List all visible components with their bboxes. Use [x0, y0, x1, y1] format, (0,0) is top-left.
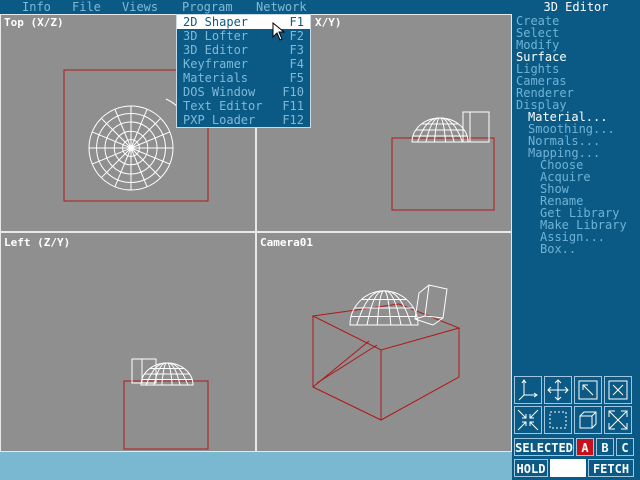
dropdown-item-key: F4 [289, 57, 304, 71]
dropdown-item-key: F2 [289, 29, 304, 43]
dropdown-item-label: PXP Loader [183, 113, 256, 127]
dropdown-item-key: F3 [289, 43, 304, 57]
full-screen-icon[interactable] [604, 406, 632, 434]
dropdown-item-label: DOS Window [183, 85, 256, 99]
zoom-in-icon[interactable] [514, 406, 542, 434]
dropdown-item-label: 3D Lofter [183, 29, 249, 43]
zoom-extents-icon[interactable] [574, 376, 602, 404]
dropdown-item-text-editor[interactable]: Text Editor F11 [177, 99, 310, 113]
dropdown-item-label: Text Editor [183, 99, 263, 113]
program-dropdown: 2D Shaper F1 3D Lofter F2 3D Editor F3 Keyf… [176, 14, 311, 128]
viewport-left[interactable]: Left (Z/Y) [0, 232, 256, 452]
dropdown-item-keyframer[interactable]: Keyframer F4 [177, 57, 310, 71]
viewport-left-scene [123, 358, 209, 450]
viewport-camera[interactable]: Camera01 [256, 232, 512, 452]
command-panel: 3D Editor Create Select Modify Surface L… [512, 0, 640, 480]
menu-program[interactable]: Program [182, 0, 233, 14]
dropdown-item-label: Keyframer [183, 57, 249, 71]
dropdown-item-3d-lofter[interactable]: 3D Lofter F2 [177, 29, 310, 43]
dropdown-item-dos-window[interactable]: DOS Window F10 [177, 85, 310, 99]
axis-icon[interactable] [514, 376, 542, 404]
menu-network[interactable]: Network [256, 0, 307, 14]
dropdown-item-3d-editor[interactable]: 3D Editor F3 [177, 43, 310, 57]
status-bar [0, 452, 512, 480]
dropdown-item-label: 3D Editor [183, 43, 249, 57]
dropdown-item-label: 2D Shaper [183, 15, 249, 29]
hold-button[interactable]: HOLD [514, 459, 548, 477]
selected-button[interactable]: SELECTED [514, 438, 574, 456]
selection-set-b-button[interactable]: B [596, 438, 614, 456]
menu-bar: Info File Views Program Network [0, 0, 512, 14]
dropdown-item-key: F12 [282, 113, 304, 127]
selection-set-a-button[interactable]: A [576, 438, 594, 456]
mouse-cursor-icon [272, 22, 286, 41]
dropdown-item-key: F10 [282, 85, 304, 99]
dropdown-item-key: F11 [282, 99, 304, 113]
selection-set-c-button[interactable]: C [616, 438, 634, 456]
viewport-camera-scene [311, 284, 461, 421]
region-icon[interactable] [544, 406, 572, 434]
dropdown-item-key: F1 [289, 15, 304, 29]
hold-indicator [550, 459, 586, 477]
move-icon[interactable] [544, 376, 572, 404]
panel-sub2-box[interactable]: Box.. [540, 243, 576, 255]
dropdown-item-materials[interactable]: Materials F5 [177, 71, 310, 85]
zoom-window-icon[interactable] [604, 376, 632, 404]
dropdown-item-key: F5 [289, 71, 304, 85]
dropdown-item-pxp-loader[interactable]: PXP Loader F12 [177, 113, 310, 127]
fetch-button[interactable]: FETCH [588, 459, 634, 477]
menu-views[interactable]: Views [122, 0, 158, 14]
box-icon[interactable] [574, 406, 602, 434]
dropdown-item-label: Materials [183, 71, 249, 85]
panel-title: 3D Editor [543, 0, 609, 14]
menu-info[interactable]: Info [22, 0, 51, 14]
menu-file[interactable]: File [72, 0, 101, 14]
dropdown-item-2d-shaper[interactable]: 2D Shaper F1 [177, 15, 310, 29]
